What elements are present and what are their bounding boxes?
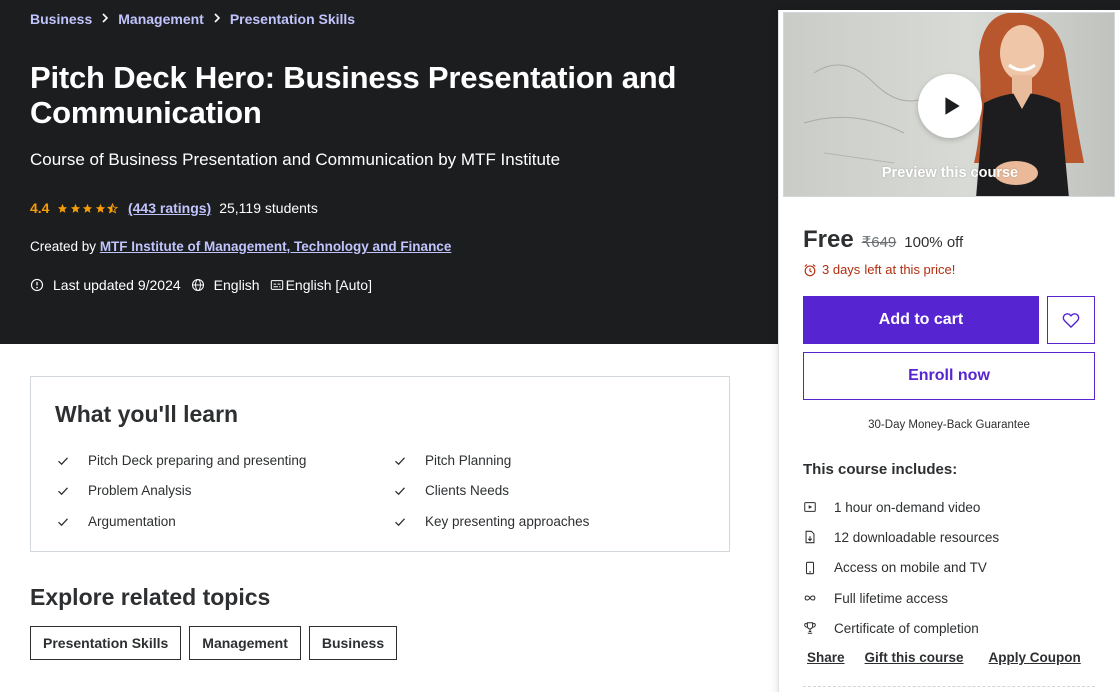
captions-text: English [Auto] xyxy=(285,277,372,293)
breadcrumb: Business Management Presentation Skills xyxy=(30,11,355,27)
star-icon xyxy=(70,203,81,213)
learn-item: Argumentation xyxy=(57,514,176,529)
learn-item: Pitch Planning xyxy=(394,453,511,468)
includes-item: Full lifetime access xyxy=(803,583,999,613)
topic-management[interactable]: Management xyxy=(189,626,301,660)
course-subtitle: Course of Business Presentation and Comm… xyxy=(30,150,561,169)
related-topics: Presentation Skills Management Business xyxy=(30,626,405,660)
wishlist-button[interactable] xyxy=(1047,296,1095,344)
play-button[interactable] xyxy=(918,74,982,138)
learn-item: Clients Needs xyxy=(394,483,509,498)
ratings-count-link[interactable]: (443 ratings) xyxy=(128,200,211,216)
trophy-icon xyxy=(804,622,816,635)
globe-icon xyxy=(191,278,204,292)
urgency-days: 3 days xyxy=(822,262,861,277)
includes-item: 1 hour on-demand video xyxy=(803,492,999,522)
includes-item: Access on mobile and TV xyxy=(803,553,999,583)
price-urgency: 3 days left at this price! xyxy=(803,262,955,277)
share-link[interactable]: Share xyxy=(807,650,845,665)
learn-item-text: Argumentation xyxy=(88,514,176,529)
course-preview-video[interactable]: Preview this course xyxy=(783,12,1115,197)
rating-value: 4.4 xyxy=(30,200,50,216)
closed-captions-icon xyxy=(270,280,283,290)
price-row: Free ₹649 100% off xyxy=(803,226,963,254)
topic-presentation-skills[interactable]: Presentation Skills xyxy=(30,626,182,660)
gift-course-link[interactable]: Gift this course xyxy=(865,650,964,665)
breadcrumb-management[interactable]: Management xyxy=(118,11,204,27)
divider xyxy=(803,686,1095,687)
rating-row: 4.4 (443 ratings) 25,119 students xyxy=(30,200,318,216)
heart-icon xyxy=(1062,313,1080,328)
what-you-will-learn: What you'll learn Pitch Deck preparing a… xyxy=(30,376,730,552)
apply-coupon-link[interactable]: Apply Coupon xyxy=(989,650,1081,665)
check-icon xyxy=(395,486,405,495)
course-meta: Last updated 9/2024 English English [Aut… xyxy=(30,277,382,293)
original-price: ₹649 xyxy=(861,234,897,251)
check-icon xyxy=(395,456,405,465)
captions: English [Auto] xyxy=(270,277,372,293)
topic-business[interactable]: Business xyxy=(308,626,398,660)
star-half-icon xyxy=(107,202,119,214)
alarm-clock-icon xyxy=(804,263,816,276)
discount-percent: 100% off xyxy=(904,234,964,251)
mobile-icon xyxy=(805,561,815,574)
learn-item: Pitch Deck preparing and presenting xyxy=(57,453,306,468)
includes-list: 1 hour on-demand video 12 downloadable r… xyxy=(803,492,999,643)
enroll-now-button[interactable]: Enroll now xyxy=(803,352,1095,400)
urgency-text: left at this price! xyxy=(864,262,956,277)
instructor-link[interactable]: MTF Institute of Management, Technology … xyxy=(100,239,452,254)
current-price: Free xyxy=(803,226,854,253)
star-rating xyxy=(57,202,120,214)
star-icon xyxy=(83,203,93,213)
last-updated-text: Last updated 9/2024 xyxy=(53,277,181,293)
created-by: Created by MTF Institute of Management, … xyxy=(30,239,451,254)
breadcrumb-business[interactable]: Business xyxy=(30,11,92,27)
learn-item-text: Clients Needs xyxy=(425,483,510,498)
includes-item-text: 12 downloadable resources xyxy=(834,529,1000,545)
learn-item-text: Pitch Planning xyxy=(425,453,512,468)
chevron-right-icon xyxy=(213,12,221,26)
learn-item: Problem Analysis xyxy=(57,483,192,498)
video-icon xyxy=(804,502,816,513)
includes-item: 12 downloadable resources xyxy=(803,522,999,552)
file-download-icon xyxy=(805,531,815,544)
students-count: 25,119 students xyxy=(219,200,318,216)
check-icon xyxy=(58,517,68,526)
learn-item-text: Pitch Deck preparing and presenting xyxy=(88,453,307,468)
check-icon xyxy=(58,486,68,495)
includes-item: Certificate of completion xyxy=(803,613,999,643)
preview-label: Preview this course xyxy=(881,165,1019,181)
includes-title: This course includes: xyxy=(803,461,958,478)
includes-item-text: Full lifetime access xyxy=(834,590,949,606)
last-updated: Last updated 9/2024 xyxy=(30,277,181,293)
learn-item: Key presenting approaches xyxy=(394,514,589,529)
explore-topics-title: Explore related topics xyxy=(30,584,271,610)
star-icon xyxy=(95,203,106,213)
includes-item-text: Access on mobile and TV xyxy=(834,560,987,576)
language-text: English xyxy=(213,277,260,293)
check-icon xyxy=(395,517,405,526)
check-icon xyxy=(58,456,68,465)
breadcrumb-presentation-skills[interactable]: Presentation Skills xyxy=(230,11,355,27)
includes-item-text: Certificate of completion xyxy=(834,620,979,636)
created-by-label: Created by xyxy=(30,239,97,254)
chevron-right-icon xyxy=(101,12,109,26)
infinity-icon xyxy=(804,595,816,601)
sidebar-actions: Share Gift this course Apply Coupon xyxy=(807,650,1081,665)
includes-item-text: 1 hour on-demand video xyxy=(834,499,981,515)
alert-badge-icon xyxy=(30,278,44,292)
money-back-guarantee: 30-Day Money-Back Guarantee xyxy=(868,419,1030,431)
play-icon xyxy=(945,97,960,115)
add-to-cart-button[interactable]: Add to cart xyxy=(803,296,1039,344)
language: English xyxy=(191,277,260,293)
star-icon xyxy=(58,203,68,213)
learn-item-text: Key presenting approaches xyxy=(425,514,590,529)
learn-title: What you'll learn xyxy=(55,401,239,427)
learn-item-text: Problem Analysis xyxy=(88,483,192,498)
purchase-sidebar: Preview this course Free ₹649 100% off 3… xyxy=(778,10,1120,692)
course-title: Pitch Deck Hero: Business Presentation a… xyxy=(30,60,677,130)
